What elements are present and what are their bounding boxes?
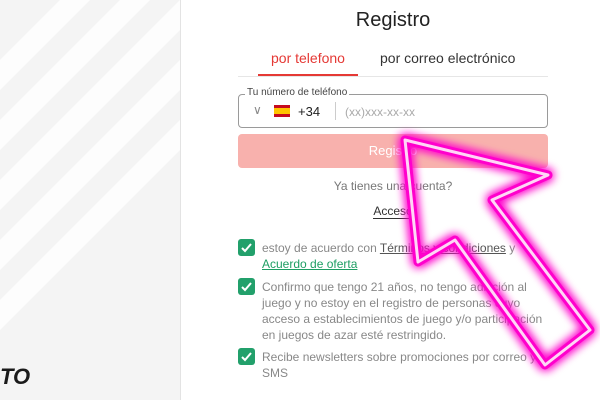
- register-button[interactable]: Registro: [238, 134, 548, 168]
- terms-prefix: estoy de acuerdo con: [262, 241, 380, 255]
- chevron-down-icon[interactable]: ∨: [253, 103, 262, 117]
- tab-phone[interactable]: por telefono: [271, 50, 345, 66]
- login-link-wrap: Acceso: [238, 204, 548, 219]
- diagonal-stripes: [0, 0, 180, 330]
- brand-logo: TO: [0, 364, 31, 389]
- age-checkbox[interactable]: [238, 278, 255, 295]
- check-icon: [241, 352, 252, 362]
- phone-field-label: Tu número de teléfono: [245, 87, 350, 98]
- phone-field[interactable]: Tu número de teléfono ∨ +34: [238, 87, 548, 128]
- divider: [335, 102, 336, 120]
- terms-checkbox[interactable]: [238, 239, 255, 256]
- login-link[interactable]: Acceso: [373, 204, 413, 219]
- active-tab-indicator: [258, 74, 358, 76]
- check-icon: [241, 243, 252, 253]
- offer-agreement-link[interactable]: Acuerdo de oferta: [262, 257, 357, 271]
- check-icon: [241, 282, 252, 292]
- newsletter-checkbox[interactable]: [238, 348, 255, 365]
- country-code[interactable]: +34: [298, 104, 320, 119]
- register-tabs: por telefono por correo electrónico: [238, 44, 548, 77]
- terms-text: estoy de acuerdo con Términos y condicio…: [262, 240, 552, 272]
- tab-email[interactable]: por correo electrónico: [380, 50, 515, 66]
- age-confirmation-text: Confirmo que tengo 21 años, no tengo adi…: [262, 280, 543, 342]
- terms-middle: y: [505, 241, 516, 255]
- spain-flag-icon[interactable]: [274, 105, 290, 117]
- registration-form: Registro por telefono por correo electró…: [238, 0, 548, 400]
- newsletter-text: Recibe newsletters sobre promociones por…: [262, 350, 537, 380]
- brand-panel: TO: [0, 0, 181, 400]
- phone-input[interactable]: [343, 100, 537, 124]
- page-title: Registro: [355, 9, 431, 31]
- terms-link[interactable]: Términos y condiciones: [380, 241, 506, 255]
- have-account-text: Ya tienes una cuenta?: [333, 179, 453, 193]
